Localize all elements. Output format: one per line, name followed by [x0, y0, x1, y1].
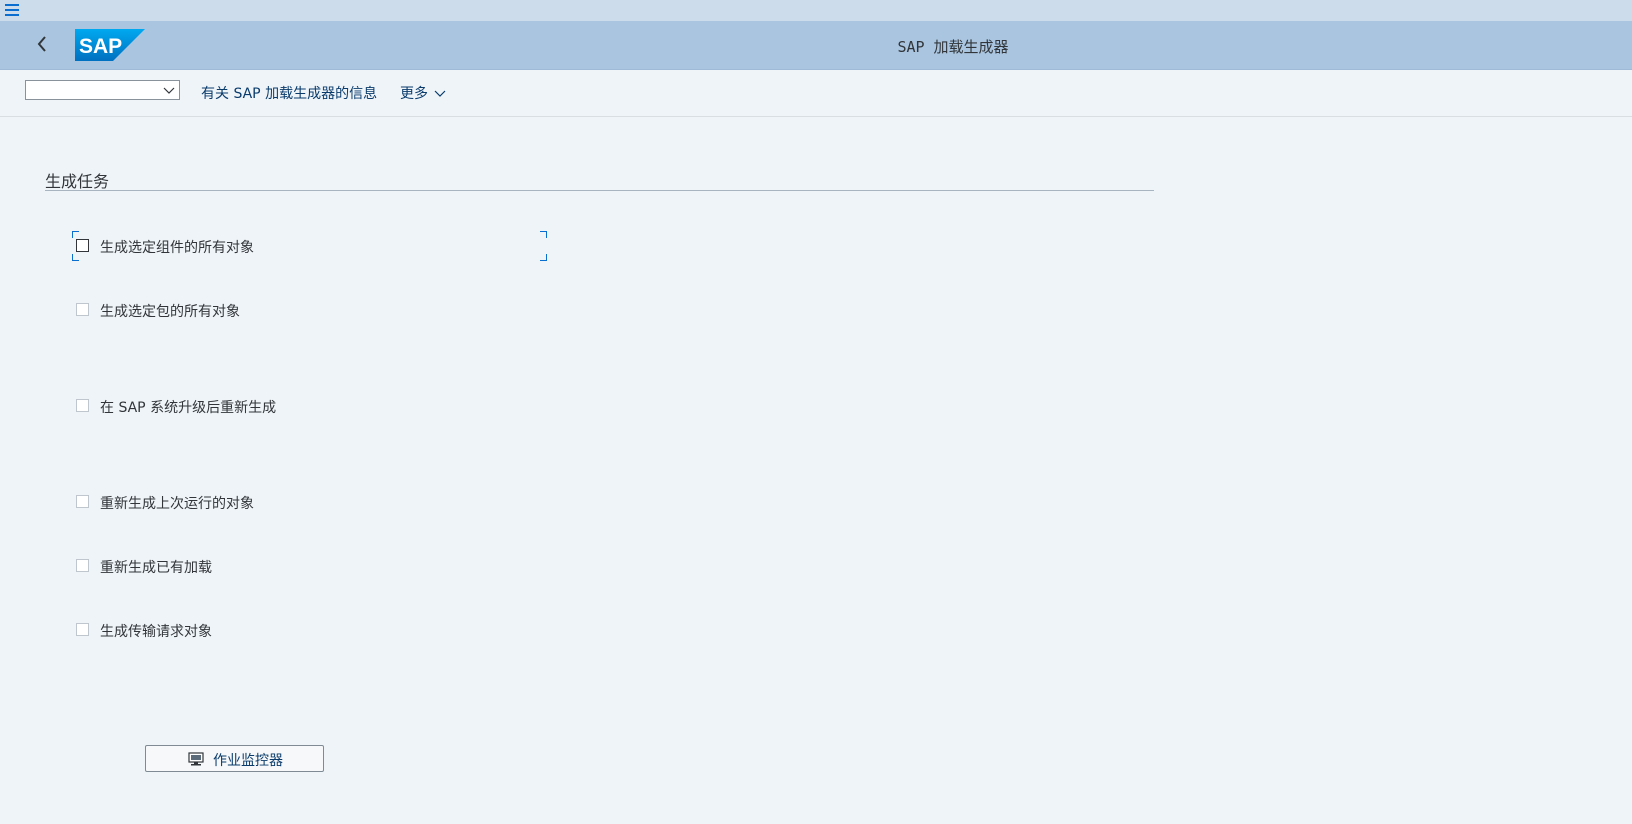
checkbox[interactable]	[76, 303, 89, 316]
monitor-icon	[188, 752, 204, 766]
checkbox[interactable]	[76, 495, 89, 508]
checkbox[interactable]	[76, 399, 89, 412]
checkbox-label: 生成选定包的所有对象	[100, 304, 240, 320]
variant-select[interactable]	[25, 80, 180, 100]
shell-bar: SAP SAP 加载生成器	[0, 21, 1632, 70]
info-link[interactable]: 有关 SAP 加载生成器的信息	[201, 83, 377, 103]
section-divider	[45, 190, 1154, 191]
chevron-down-icon	[434, 90, 446, 97]
checkbox-label: 重新生成上次运行的对象	[100, 496, 254, 512]
job-monitor-button[interactable]: 作业监控器	[145, 745, 324, 772]
section-title: 生成任务	[45, 172, 110, 191]
job-monitor-label: 作业监控器	[213, 753, 283, 769]
checkbox-label: 在 SAP 系统升级后重新生成	[100, 400, 277, 416]
more-label: 更多	[400, 86, 428, 102]
hamburger-menu-icon[interactable]	[3, 1, 21, 18]
checkbox[interactable]	[76, 623, 89, 636]
page-title: SAP 加载生成器	[897, 38, 1009, 56]
top-strip	[0, 0, 1632, 21]
toolbar: 有关 SAP 加载生成器的信息 更多	[0, 70, 1632, 117]
checkbox[interactable]	[76, 559, 89, 572]
checkbox-label: 生成传输请求对象	[100, 624, 212, 640]
chevron-down-icon	[163, 87, 175, 94]
more-menu-button[interactable]: 更多	[400, 83, 446, 103]
checkbox-label: 生成选定组件的所有对象	[100, 240, 254, 256]
checkbox[interactable]	[76, 239, 89, 252]
checkbox-label: 重新生成已有加载	[100, 560, 212, 576]
